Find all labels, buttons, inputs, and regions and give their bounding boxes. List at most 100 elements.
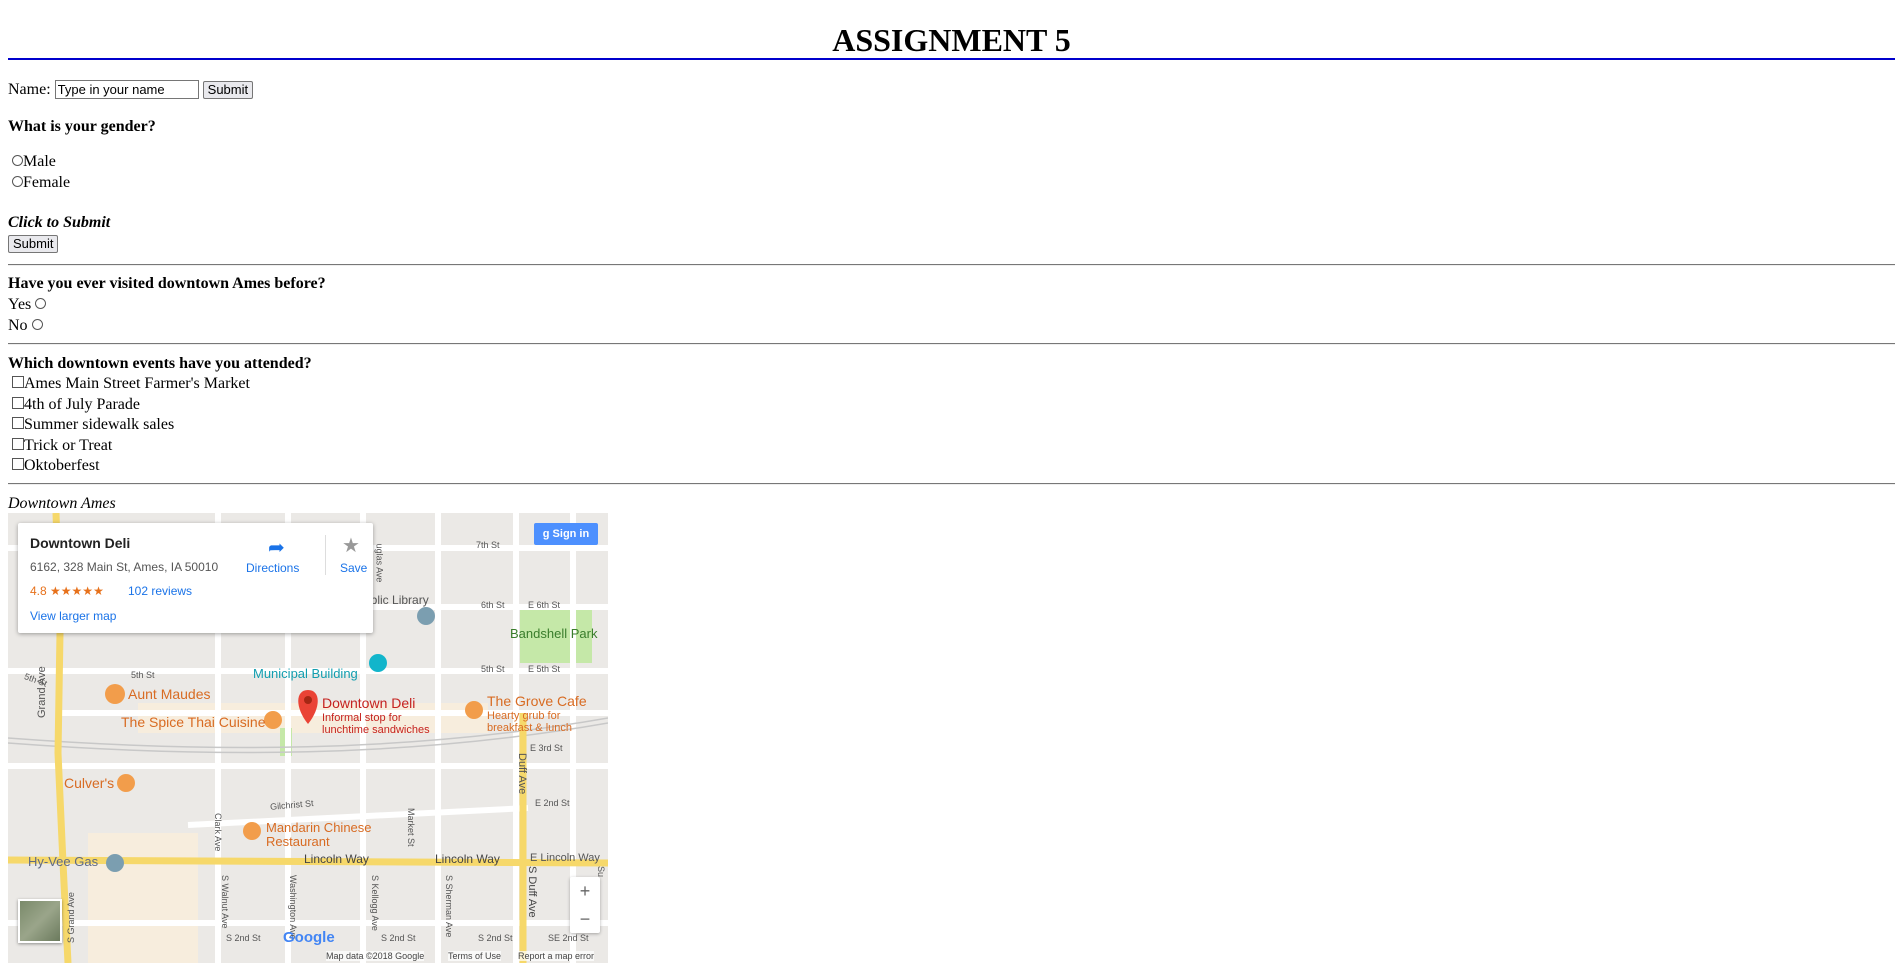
satellite-thumbnail[interactable] xyxy=(18,899,62,943)
map-street-label: Market St xyxy=(406,808,416,847)
zoom-out-button[interactable]: − xyxy=(570,905,600,933)
star-icon[interactable]: ★ xyxy=(342,533,360,558)
reviews-link[interactable]: 102 reviews xyxy=(128,584,192,598)
divider xyxy=(8,264,1895,266)
place-address: 6162, 328 Main St, Ames, IA 50010 xyxy=(30,560,219,574)
map-street-label: S 2nd St xyxy=(478,933,513,943)
map-street-label: S 2nd St xyxy=(381,933,416,943)
google-logo: Google xyxy=(283,929,335,946)
sign-in-label: Sign in xyxy=(552,528,590,540)
female-label: Female xyxy=(23,174,71,191)
zoom-in-button[interactable]: + xyxy=(570,877,600,905)
event-checkbox[interactable] xyxy=(12,417,24,429)
event-label: Oktoberfest xyxy=(24,457,100,474)
directions-button[interactable]: Directions xyxy=(246,561,299,575)
map-street-label: 6th St xyxy=(481,600,505,610)
event-label: Ames Main Street Farmer's Market xyxy=(24,375,250,392)
map-label-municipal: Municipal Building xyxy=(253,666,358,681)
map-street-label: S Grand Ave xyxy=(66,892,76,943)
submit-button[interactable]: Submit xyxy=(8,235,59,253)
card-divider xyxy=(325,535,326,575)
male-label: Male xyxy=(23,153,56,170)
map-street-label: S 2nd St xyxy=(226,933,261,943)
event-checkbox[interactable] xyxy=(12,458,24,470)
map-street-label: 5th St xyxy=(131,670,155,680)
map-caption: Downtown Ames xyxy=(8,495,116,512)
map-label-aunt-maudes: Aunt Maudes xyxy=(128,686,211,702)
divider xyxy=(8,343,1895,345)
event-option[interactable]: 4th of July Parade xyxy=(12,396,140,414)
event-option[interactable]: Summer sidewalk sales xyxy=(12,416,174,434)
zoom-controls: + − xyxy=(570,877,600,933)
visited-option-no[interactable]: No xyxy=(8,317,43,335)
rating-stars-icon: ★★★★★ xyxy=(50,584,104,598)
map-label-deli: Downtown Deli xyxy=(322,695,416,711)
event-label: Summer sidewalk sales xyxy=(24,416,175,433)
map-label-library: ublic Library xyxy=(364,593,429,607)
map-street-label: SE 2nd St xyxy=(548,933,589,943)
map-label-deli-sub: lunchtime sandwiches xyxy=(322,724,430,736)
gender-option-male[interactable]: Male xyxy=(12,153,56,171)
report-error-link[interactable]: Report a map error xyxy=(518,951,595,961)
title-divider xyxy=(8,58,1895,60)
name-input[interactable] xyxy=(54,80,199,99)
map-street-label: S Duff Ave xyxy=(526,866,538,918)
embedded-map[interactable]: e 7th St uglas Ave ublic Library 6th St … xyxy=(8,513,608,963)
map-street-label: E 2nd St xyxy=(535,798,570,808)
name-row: Name: Submit xyxy=(8,80,254,99)
event-label: 4th of July Parade xyxy=(24,396,140,413)
divider xyxy=(8,483,1895,485)
map-street-label: 5th St xyxy=(481,664,505,674)
map-label-lincoln: Lincoln Way xyxy=(304,852,369,866)
map-street-label: E 6th St xyxy=(528,600,561,610)
terms-link[interactable]: Terms of Use xyxy=(448,951,502,961)
map-street-label: uglas Ave xyxy=(374,543,385,583)
event-checkbox[interactable] xyxy=(12,397,24,409)
place-card: Downtown Deli 6162, 328 Main St, Ames, I… xyxy=(18,523,373,633)
map-footer: Map data ©2018 Google Terms of Use Repor… xyxy=(8,950,608,963)
view-larger-map-link[interactable]: View larger map xyxy=(30,609,116,623)
male-radio[interactable] xyxy=(12,155,23,166)
directions-icon[interactable]: ➦ xyxy=(268,535,285,560)
sign-in-button[interactable]: g Sign in xyxy=(534,523,598,545)
event-option[interactable]: Ames Main Street Farmer's Market xyxy=(12,375,250,393)
map-label-hyvee: Hy-Vee Gas xyxy=(28,854,99,869)
map-label-mandarin: Restaurant xyxy=(266,834,330,849)
yes-label: Yes xyxy=(8,296,32,313)
map-street-label: S Kellogg Ave xyxy=(370,875,380,931)
yes-radio[interactable] xyxy=(35,298,47,309)
map-street-label: E 3rd St xyxy=(530,743,563,753)
rating-value: 4.8 xyxy=(30,584,47,598)
map-street-label: S Walnut Ave xyxy=(220,875,230,929)
visited-option-yes[interactable]: Yes xyxy=(8,296,47,314)
map-street-label: Su xyxy=(596,866,606,878)
gender-question: What is your gender? xyxy=(8,118,156,135)
map-label-grove: The Grove Cafe xyxy=(487,693,587,709)
gender-option-female[interactable]: Female xyxy=(12,174,70,192)
event-checkbox[interactable] xyxy=(12,438,24,450)
map-street-label: Clark Ave xyxy=(213,813,223,852)
map-street-label: S Sherman Ave xyxy=(444,875,454,938)
female-radio[interactable] xyxy=(12,176,23,187)
visited-question: Have you ever visited downtown Ames befo… xyxy=(8,275,326,292)
map-label-spice-thai: The Spice Thai Cuisine xyxy=(121,714,266,730)
map-label-grove-sub: Hearty grub for xyxy=(487,710,561,722)
event-option[interactable]: Oktoberfest xyxy=(12,457,100,475)
place-rating: 4.8 ★★★★★ xyxy=(30,584,104,598)
no-label: No xyxy=(8,317,28,334)
map-label-culvers: Culver's xyxy=(64,775,115,791)
map-data-text: Map data ©2018 Google xyxy=(326,951,425,961)
map-label-grove-sub: breakfast & lunch xyxy=(487,722,572,734)
name-submit-button[interactable]: Submit xyxy=(202,81,254,99)
events-question: Which downtown events have you attended? xyxy=(8,355,312,372)
click-to-submit-label: Click to Submit xyxy=(8,214,111,231)
no-radio[interactable] xyxy=(31,319,43,330)
save-button[interactable]: Save xyxy=(340,561,367,575)
event-label: Trick or Treat xyxy=(24,437,113,454)
page-title: ASSIGNMENT 5 xyxy=(832,22,1071,58)
event-option[interactable]: Trick or Treat xyxy=(12,437,112,455)
map-street-label: Duff Ave xyxy=(516,753,528,795)
map-label-park: Bandshell Park xyxy=(510,626,598,641)
map-street-label: E 5th St xyxy=(528,664,561,674)
event-checkbox[interactable] xyxy=(12,376,24,388)
